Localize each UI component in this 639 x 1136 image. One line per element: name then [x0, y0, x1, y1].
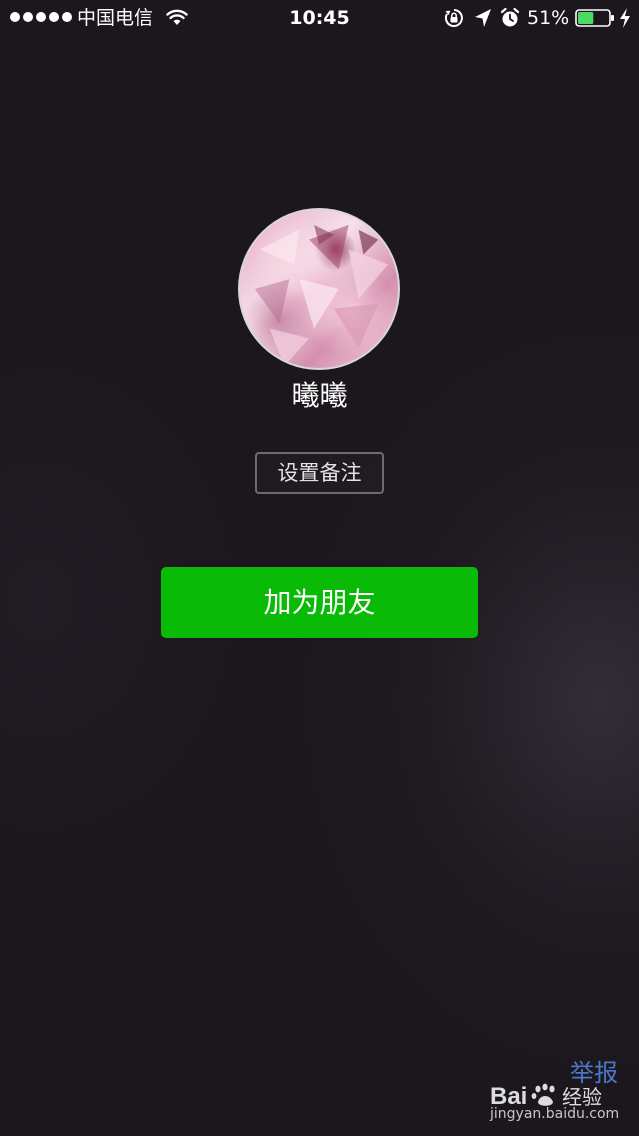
alarm-icon: [500, 7, 520, 27]
set-remark-button[interactable]: 设置备注: [255, 452, 384, 494]
watermark-url: jingyan.baidu.com: [490, 1106, 620, 1122]
avatar-image: [254, 224, 389, 367]
add-friend-button[interactable]: 加为朋友: [161, 567, 478, 638]
status-bar: 中国电信 10:45 51%: [0, 0, 639, 36]
charging-bolt-icon: [620, 8, 630, 28]
battery-percent: 51%: [527, 7, 570, 29]
location-arrow-icon: [475, 9, 491, 27]
baidu-jingyan-watermark: 举报 Bai 经验 jingyan.baidu.com: [486, 1058, 636, 1128]
profile-avatar[interactable]: [238, 208, 400, 370]
profile-nickname: 曦曦: [291, 379, 348, 412]
battery-icon: [575, 9, 614, 27]
rotation-lock-icon: [444, 9, 463, 27]
